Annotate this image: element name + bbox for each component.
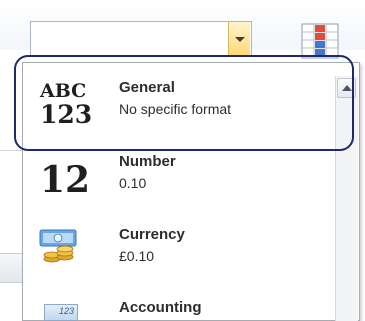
- format-item-label: Currency: [119, 226, 185, 243]
- number-format-combo[interactable]: [30, 21, 252, 56]
- format-item-description: 0.10: [119, 175, 147, 191]
- screenshot-stage: ABC 123 General No specific format 12 Nu…: [0, 0, 365, 321]
- format-item-label: Accounting: [119, 299, 202, 316]
- format-item-currency[interactable]: Currency £0.10: [24, 226, 334, 276]
- combo-dropdown-button[interactable]: [228, 22, 250, 55]
- format-item-label: Number: [119, 153, 176, 170]
- chevron-down-icon: [235, 37, 245, 42]
- format-item-description: £0.10: [119, 248, 155, 264]
- highlight-ring: [14, 55, 354, 151]
- format-item-number[interactable]: Number 0.10: [24, 153, 334, 203]
- format-item-accounting[interactable]: Accounting: [24, 299, 334, 321]
